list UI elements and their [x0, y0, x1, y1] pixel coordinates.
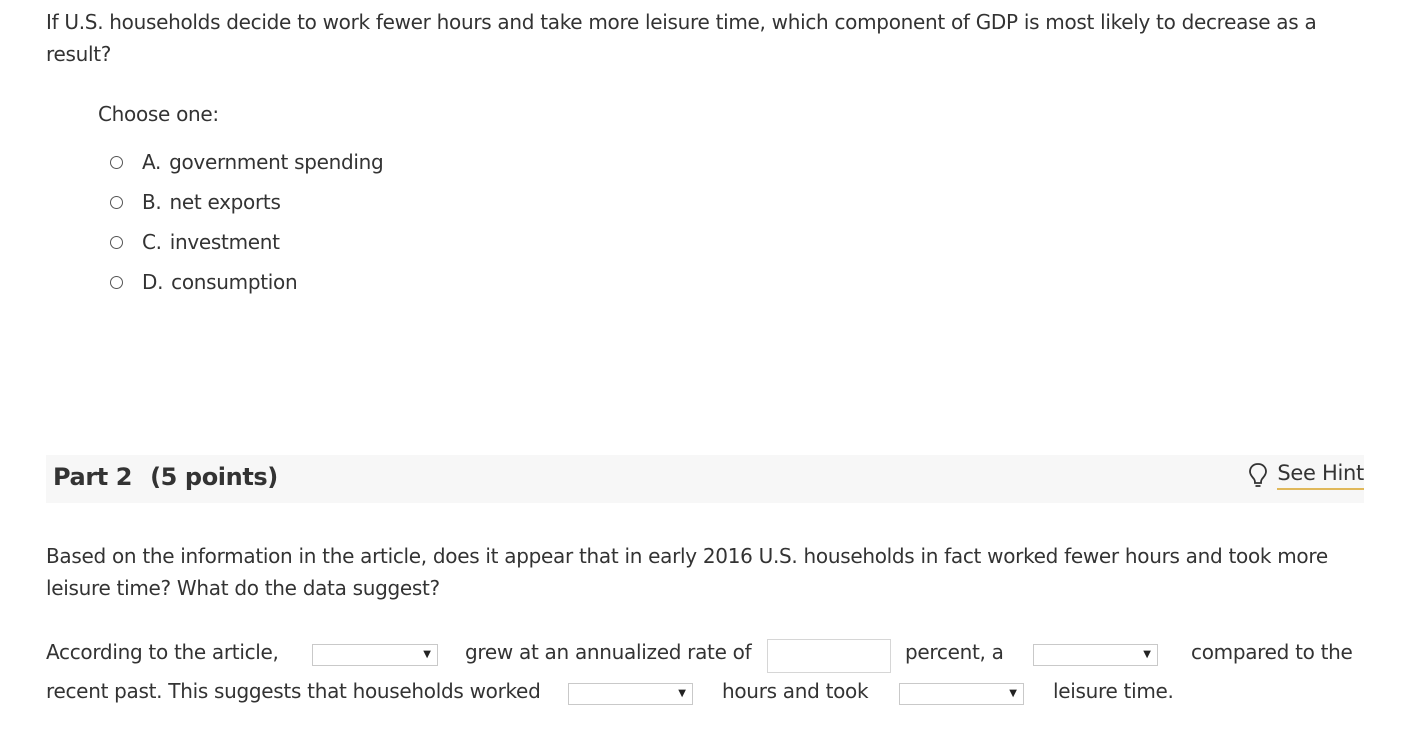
- radio-button[interactable]: [110, 195, 123, 209]
- option-a[interactable]: A. government spending: [110, 142, 384, 182]
- rate-input[interactable]: [767, 639, 891, 673]
- part2-question: Based on the information in the article,…: [46, 544, 1328, 600]
- option-letter: C.: [142, 230, 162, 254]
- radio-button[interactable]: [110, 275, 123, 289]
- option-letter: A.: [142, 150, 162, 174]
- part-number: Part 2: [53, 463, 133, 491]
- option-letter: D.: [142, 270, 164, 294]
- part-title: Part 2 (5 points): [53, 463, 278, 491]
- chevron-down-icon: ▼: [423, 649, 431, 660]
- fill-text-7: leisure time.: [1053, 679, 1174, 703]
- choose-one-label: Choose one:: [98, 102, 219, 126]
- chevron-down-icon: ▼: [678, 688, 686, 699]
- chevron-down-icon: ▼: [1143, 649, 1151, 660]
- question-text: If U.S. households decide to work fewer …: [46, 10, 1317, 66]
- answer-options: A. government spending B. net exports C.…: [110, 142, 384, 302]
- option-d[interactable]: D. consumption: [110, 262, 383, 302]
- fill-text-2: grew at an annualized rate of: [465, 640, 752, 664]
- see-hint-button[interactable]: See Hint: [1248, 461, 1364, 490]
- option-label: consumption: [171, 270, 298, 294]
- radio-button[interactable]: [110, 235, 123, 249]
- chevron-down-icon: ▼: [1009, 688, 1017, 699]
- lightbulb-icon: [1249, 462, 1268, 487]
- radio-button[interactable]: [110, 155, 123, 169]
- fill-text-4: compared to the: [1191, 640, 1353, 664]
- option-label: net exports: [169, 190, 281, 214]
- option-c[interactable]: C. investment: [110, 222, 383, 262]
- leisure-dropdown[interactable]: ▼: [899, 683, 1024, 705]
- part-header: Part 2 (5 points) See Hint: [46, 455, 1364, 503]
- hours-dropdown[interactable]: ▼: [568, 683, 693, 705]
- fill-text-3: percent, a: [905, 640, 1004, 664]
- fill-text-5: recent past. This suggests that househol…: [46, 679, 541, 703]
- option-b[interactable]: B. net exports: [110, 182, 383, 222]
- part-points: (5 points): [150, 463, 278, 491]
- option-letter: B.: [142, 190, 162, 214]
- component-dropdown[interactable]: ▼: [312, 644, 438, 666]
- fill-text-1: According to the article,: [46, 640, 279, 664]
- change-dropdown[interactable]: ▼: [1033, 644, 1158, 666]
- option-label: investment: [169, 230, 280, 254]
- see-hint-label: See Hint: [1277, 461, 1364, 490]
- fill-text-6: hours and took: [722, 679, 869, 703]
- option-label: government spending: [169, 150, 384, 174]
